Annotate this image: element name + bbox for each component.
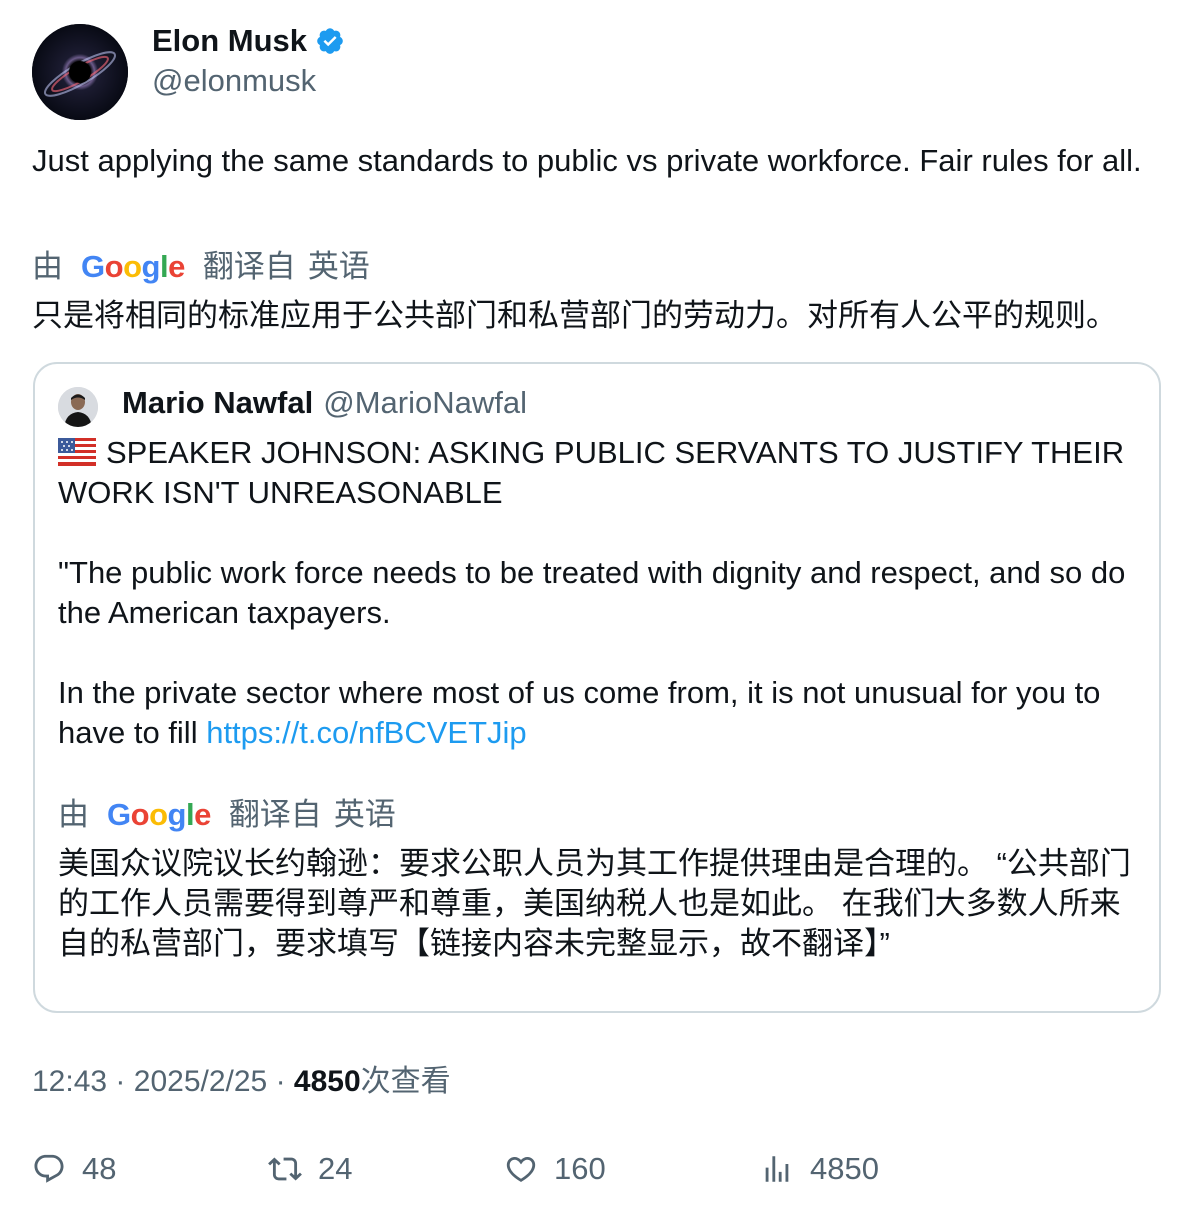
quoted-headline: SPEAKER JOHNSON: ASKING PUBLIC SERVANTS … (58, 433, 1148, 513)
like-button[interactable]: 160 (504, 1149, 606, 1189)
quoted-author-avatar[interactable] (58, 387, 98, 427)
reply-icon (34, 1154, 64, 1183)
quoted-link[interactable]: https://t.co/nfBCVETJip (206, 715, 526, 750)
tweet-text: Just applying the same standards to publ… (32, 143, 1142, 178)
quoted-author[interactable]: Mario Nawfal @MarioNawfal (122, 383, 527, 423)
reply-count: 48 (82, 1151, 117, 1186)
avatar-image (32, 24, 128, 120)
translation-prefix: 由 (58, 797, 89, 832)
translation-suffix: 翻译自 (228, 797, 322, 832)
verified-badge-icon (315, 26, 345, 56)
like-count: 160 (554, 1151, 606, 1186)
tweet-meta: 12:43 · 2025/2/25 · 4850次查看 (32, 1062, 451, 1102)
quoted-author-name[interactable]: Mario Nawfal (122, 385, 313, 420)
reply-button[interactable]: 48 (32, 1149, 116, 1189)
google-logo: Google (107, 797, 211, 832)
meta-separator: · (275, 1065, 286, 1098)
author-name-row[interactable]: Elon Musk (152, 22, 345, 60)
views-button[interactable]: 4850 (760, 1149, 879, 1189)
views-count: 4850 (810, 1151, 879, 1186)
quoted-paragraph-2: In the private sector where most of us c… (58, 673, 1148, 753)
avatar-image (58, 387, 98, 427)
quoted-headline-text: SPEAKER JOHNSON: ASKING PUBLIC SERVANTS … (58, 435, 1125, 510)
author-name[interactable]: Elon Musk (152, 22, 307, 60)
view-count: 4850 (293, 1065, 361, 1098)
us-flag-icon (58, 436, 96, 466)
quoted-author-handle[interactable]: @MarioNawfal (323, 385, 527, 420)
quoted-tweet-body: SPEAKER JOHNSON: ASKING PUBLIC SERVANTS … (58, 433, 1148, 753)
quoted-paragraph-1: "The public work force needs to be treat… (58, 555, 1126, 630)
translation-suffix: 翻译自 (202, 249, 296, 284)
translation-prefix: 由 (32, 249, 63, 284)
meta-separator: · (115, 1065, 126, 1098)
translation-source-language: 英语 (307, 249, 370, 284)
analytics-icon (765, 1156, 789, 1182)
retweet-count: 24 (318, 1151, 353, 1186)
translation-attribution: 由 Google 翻译自 英语 (32, 247, 370, 287)
retweet-button[interactable]: 24 (268, 1149, 352, 1189)
author-handle[interactable]: @elonmusk (152, 62, 316, 100)
quoted-translated-text: 美国众议院议长约翰逊：要求公职人员为其工作提供理由是合理的。 “公共部门的工作人… (58, 846, 1131, 961)
tweet-date[interactable]: 2025/2/25 (134, 1065, 267, 1098)
heart-icon (506, 1156, 536, 1182)
tweet-time[interactable]: 12:43 (32, 1065, 107, 1098)
view-count-label: 次查看 (360, 1065, 451, 1098)
quoted-translation-attribution: 由 Google 翻译自 英语 (58, 795, 396, 835)
translation-source-language: 英语 (333, 797, 396, 832)
retweet-icon (268, 1157, 302, 1181)
author-avatar[interactable] (32, 24, 128, 120)
translated-tweet-text: 只是将相同的标准应用于公共部门和私营部门的劳动力。对所有人公平的规则。 (32, 298, 1117, 333)
google-logo: Google (81, 249, 185, 284)
